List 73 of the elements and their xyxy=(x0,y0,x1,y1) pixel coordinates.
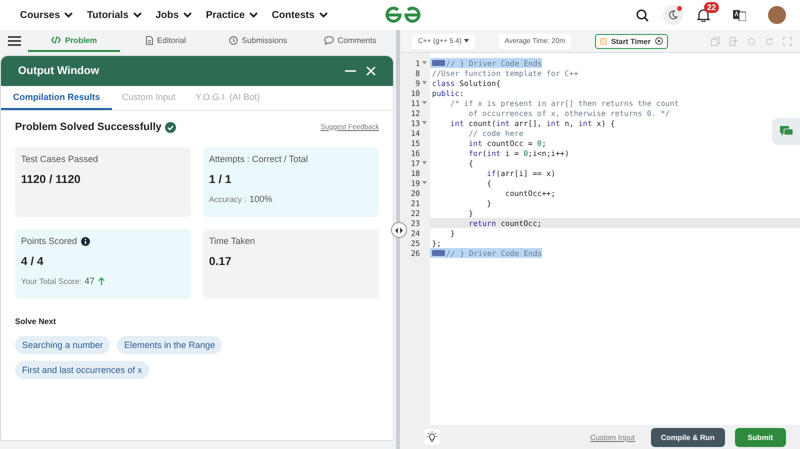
window-title: Output Window xyxy=(18,65,100,77)
fold-arrow-icon[interactable] xyxy=(422,161,427,165)
chevron-down-icon xyxy=(132,12,142,18)
stat-label: Points Scored xyxy=(21,236,78,246)
square-icon xyxy=(600,38,608,44)
output-tab[interactable]: Compilation Results xyxy=(1,86,112,110)
stat-note-value: 47 xyxy=(84,276,94,286)
fold-arrow-icon[interactable] xyxy=(422,121,427,125)
moon-icon xyxy=(668,10,678,20)
clock-icon xyxy=(228,36,238,44)
minimize-icon xyxy=(345,70,356,72)
problem-tab[interactable]: Comments xyxy=(304,30,396,52)
nav-menu[interactable]: Tutorials xyxy=(87,10,142,20)
arrows-icon xyxy=(394,226,404,234)
nav-menu[interactable]: Jobs xyxy=(156,10,192,20)
stat-note-label: Accuracy : xyxy=(209,194,246,204)
chevron-down-icon xyxy=(248,12,258,18)
status-message: Problem Solved Successfully xyxy=(15,121,162,133)
stat-note-label: Your Total Score: xyxy=(21,276,82,286)
folded-code-icon[interactable] xyxy=(432,60,445,66)
fold-arrow-icon[interactable] xyxy=(422,101,427,105)
fold-arrow-icon[interactable] xyxy=(422,181,427,185)
settings-icon[interactable] xyxy=(747,36,756,46)
stat-value: 0.17 xyxy=(209,256,232,268)
stat-value: 4 / 4 xyxy=(21,256,44,268)
speech-bubble-icon xyxy=(324,36,334,44)
chat-icon xyxy=(780,126,792,137)
hint-button[interactable] xyxy=(424,429,440,445)
notifications-button[interactable]: 22 xyxy=(697,2,719,22)
nav-menu[interactable]: Practice xyxy=(206,10,258,20)
stat-note-value: 100% xyxy=(249,194,272,204)
chat-button[interactable] xyxy=(772,118,800,145)
code-icon xyxy=(50,36,61,44)
chevron-down-icon xyxy=(64,12,74,18)
caret-icon xyxy=(464,39,469,43)
stat-label: Test Cases Passed xyxy=(21,154,98,164)
problem-chip[interactable]: Searching a number xyxy=(15,336,110,354)
stat-label: Time Taken xyxy=(209,236,256,246)
fullscreen-icon[interactable] xyxy=(783,36,792,46)
bell-icon xyxy=(697,8,710,22)
stat-value: 1120 / 1120 xyxy=(21,174,80,186)
folded-code-icon[interactable] xyxy=(432,250,445,256)
section-title: Solve Next xyxy=(15,317,57,326)
translate-button[interactable] xyxy=(733,10,746,20)
copy-icon[interactable] xyxy=(711,36,720,46)
search-icon xyxy=(636,8,649,22)
avatar[interactable] xyxy=(768,6,786,24)
problem-tab[interactable]: Submissions xyxy=(212,30,304,52)
close-icon xyxy=(366,66,376,76)
problem-tab[interactable]: Problem xyxy=(28,30,120,52)
paste-icon[interactable] xyxy=(729,36,738,46)
lightbulb-icon xyxy=(426,431,438,443)
problem-chip[interactable]: First and last occurrences of x xyxy=(15,361,150,379)
fold-arrow-icon[interactable] xyxy=(422,81,427,85)
problem-chip[interactable]: Elements in the Range xyxy=(117,336,222,354)
nav-menu[interactable]: Contests xyxy=(272,10,328,20)
notification-count: 22 xyxy=(704,2,719,13)
check-circle-icon xyxy=(165,122,176,132)
chevron-down-icon xyxy=(182,12,192,18)
document-icon xyxy=(146,36,154,44)
fold-arrow-icon[interactable] xyxy=(422,61,427,65)
stat-label: Attempts : Correct / Total xyxy=(209,154,308,164)
dark-mode-toggle[interactable] xyxy=(663,5,683,25)
stat-value: 1 / 1 xyxy=(209,174,232,186)
play-icon xyxy=(654,37,663,45)
refresh-icon[interactable] xyxy=(765,36,774,46)
nav-menu[interactable]: Courses xyxy=(20,10,74,20)
translate-icon xyxy=(733,10,746,20)
chevron-down-icon xyxy=(318,12,328,18)
menu-icon xyxy=(8,36,20,46)
search-button[interactable] xyxy=(636,8,649,22)
problem-tab[interactable]: Editorial xyxy=(120,30,212,52)
logo-icon xyxy=(385,6,421,24)
